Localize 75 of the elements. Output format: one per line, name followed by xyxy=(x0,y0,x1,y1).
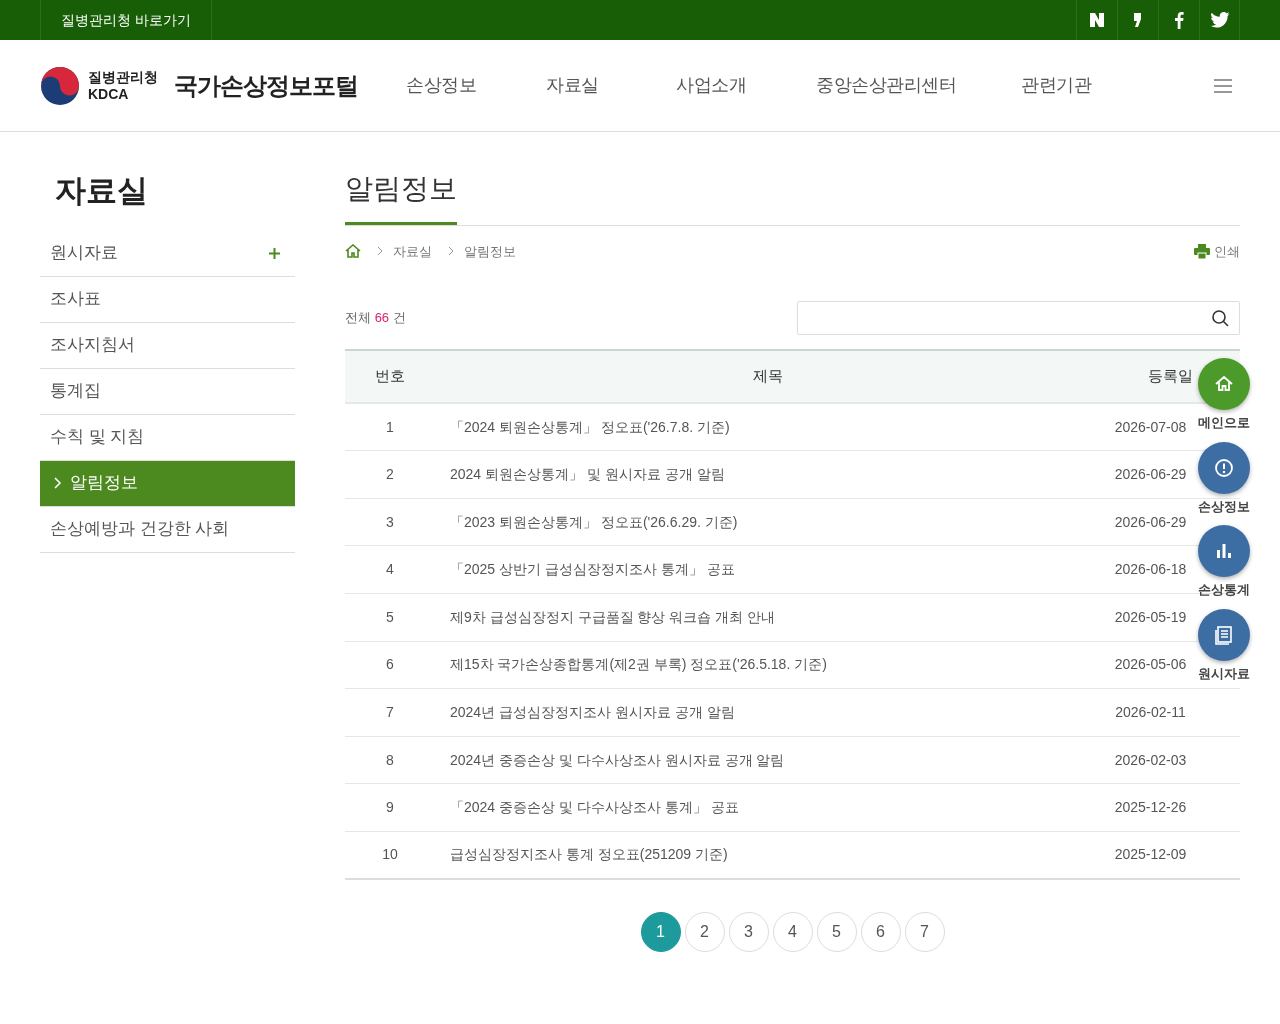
page-link[interactable]: 2 xyxy=(684,912,725,953)
column-header: 제목 xyxy=(435,350,1100,404)
notice-title-link[interactable]: 2024 퇴원손상통계」 및 원시자료 공개 알림 xyxy=(435,450,1100,499)
alert-icon xyxy=(1214,457,1234,478)
quick-menu-button[interactable] xyxy=(1198,358,1250,410)
notice-title-link[interactable]: 「2024 중증손상 및 다수사상조사 통계」 공표 xyxy=(435,783,1100,832)
table-cell: 10 xyxy=(345,831,435,880)
home-icon xyxy=(1214,374,1234,394)
quick-menu-label: 손상정보 xyxy=(1198,497,1250,516)
quick-menu-label: 원시자료 xyxy=(1198,664,1250,683)
chevron-icon xyxy=(448,246,454,257)
table-cell: 7 xyxy=(345,688,435,737)
breadcrumb-link[interactable]: 알림정보 xyxy=(464,241,516,262)
twitter-icon[interactable] xyxy=(1199,0,1240,40)
notice-title-link[interactable]: 「2025 상반기 급성심장정지조사 통계」 공표 xyxy=(435,545,1100,594)
notice-title-link[interactable]: 「2023 퇴원손상통계」 정오표('26.6.29. 기준) xyxy=(435,498,1100,546)
notice-title-link[interactable]: 2024년 중증손상 및 다수사상조사 원시자료 공개 알림 xyxy=(435,736,1100,784)
table-cell: 6 xyxy=(345,641,435,689)
nav-link[interactable]: 사업소개 xyxy=(676,72,816,99)
search-field[interactable] xyxy=(797,301,1240,336)
nav-link[interactable]: 손상정보 xyxy=(406,72,546,99)
quick-menu-button[interactable] xyxy=(1198,441,1250,494)
notice-title-link[interactable]: 제9차 급성심장정지 구급품질 향상 워크숍 개최 안내 xyxy=(435,593,1100,642)
menu-icon[interactable] xyxy=(1214,78,1232,93)
agency-link[interactable]: 질병관리청 바로가기 xyxy=(40,0,212,40)
sidebar-item[interactable]: 통계집 xyxy=(40,368,295,415)
column-header: 번호 xyxy=(345,350,435,404)
document-icon xyxy=(1214,624,1234,645)
chevron-icon xyxy=(54,477,62,489)
notice-title-link[interactable]: 급성심장정지조사 통계 정오표(251209 기준) xyxy=(435,831,1100,880)
sidebar-title: 자료실 xyxy=(54,172,149,210)
table-cell: 2025-12-09 xyxy=(1100,831,1240,880)
table-cell: 2026-02-03 xyxy=(1100,736,1240,784)
nav-link[interactable]: 관련기관 xyxy=(1021,72,1141,99)
nav-link[interactable]: 중앙손상관리센터 xyxy=(816,72,1021,99)
table-cell: 8 xyxy=(345,736,435,784)
logo-icon xyxy=(40,65,80,106)
site-title: 국가손상정보포털 xyxy=(174,70,358,101)
quick-menu-button[interactable] xyxy=(1198,525,1250,577)
quick-menu-label: 메인으로 xyxy=(1198,414,1250,432)
table-cell: 2025-12-26 xyxy=(1100,783,1240,832)
table-cell: 1 xyxy=(345,403,435,451)
sidebar-item[interactable]: 원시자료 xyxy=(40,230,295,277)
bar-chart-icon xyxy=(1214,541,1234,561)
total-count: 전체 66 건 xyxy=(345,309,406,328)
notice-title-link[interactable]: 「2024 퇴원손상통계」 정오표('26.7.8. 기준) xyxy=(435,403,1100,451)
nav-link[interactable]: 자료실 xyxy=(546,72,676,99)
sidebar-item[interactable]: 수칙 및 지침 xyxy=(40,414,295,461)
table-cell: 2026-02-11 xyxy=(1100,688,1240,737)
sidebar-item[interactable]: 조사지침서 xyxy=(40,322,295,369)
notice-title-link[interactable]: 제15차 국가손상종합통계(제2권 부록) 정오표('26.5.18. 기준) xyxy=(435,641,1100,689)
notice-title-link[interactable]: 2024년 급성심장정지조사 원시자료 공개 알림 xyxy=(435,688,1100,737)
page-link[interactable]: 6 xyxy=(860,912,901,953)
sidebar-item[interactable]: 조사표 xyxy=(40,276,295,323)
page-title: 알림정보 xyxy=(345,172,457,225)
table-cell: 9 xyxy=(345,783,435,832)
agency-name: 질병관리청 xyxy=(88,69,158,86)
chevron-icon xyxy=(377,246,383,257)
search-icon[interactable] xyxy=(1212,309,1229,327)
printer-icon[interactable] xyxy=(1194,243,1210,259)
table-cell: 3 xyxy=(345,498,435,546)
page-link[interactable]: 5 xyxy=(816,912,857,953)
breadcrumb-link[interactable]: 자료실 xyxy=(393,241,432,262)
print-link[interactable]: 인쇄 xyxy=(1214,241,1240,262)
page-link[interactable]: 4 xyxy=(772,912,813,953)
home-icon[interactable] xyxy=(345,244,361,259)
page-link[interactable]: 7 xyxy=(904,912,945,953)
sidebar-item[interactable]: 알림정보 xyxy=(40,460,295,507)
table-cell: 5 xyxy=(345,593,435,642)
agency-abbreviation: KDCA xyxy=(88,85,130,102)
quick-menu-button[interactable] xyxy=(1198,608,1250,661)
table-cell: 2 xyxy=(345,450,435,499)
table-cell: 4 xyxy=(345,545,435,594)
page-link[interactable]: 3 xyxy=(728,912,769,953)
sidebar-item[interactable]: 손상예방과 건강한 사회 xyxy=(40,506,295,553)
